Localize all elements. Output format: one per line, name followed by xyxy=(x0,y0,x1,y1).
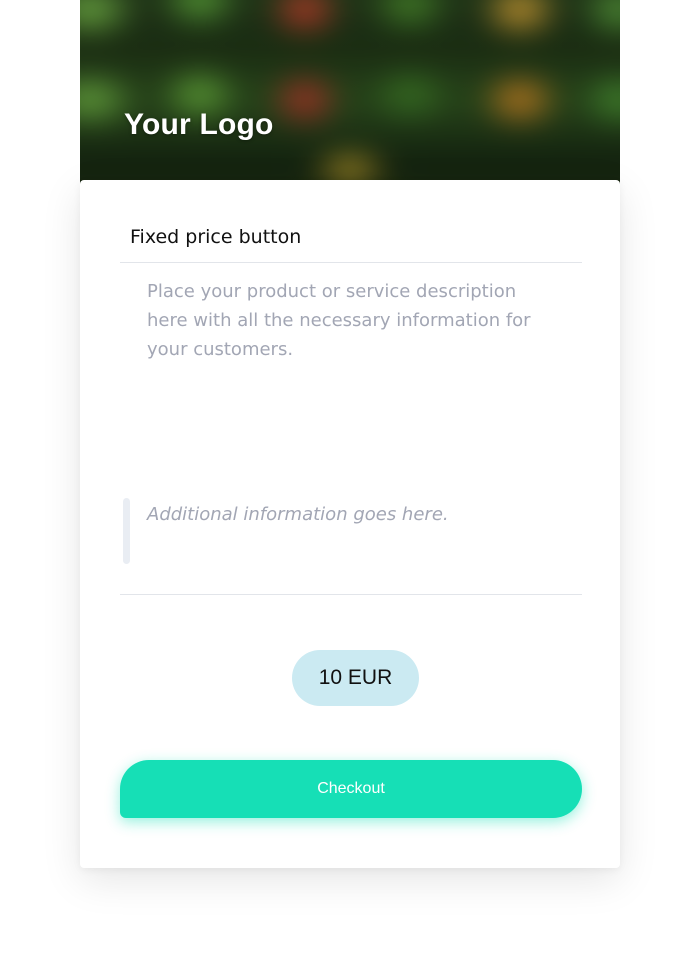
additional-info-text: Additional information goes here. xyxy=(147,504,449,525)
hero-banner: Your Logo xyxy=(80,0,620,200)
checkout-button[interactable]: Checkout xyxy=(120,760,582,818)
divider xyxy=(120,594,582,595)
logo: Your Logo xyxy=(124,108,274,141)
quote-bar xyxy=(123,498,130,564)
product-card: Fixed price button Place your product or… xyxy=(80,180,620,868)
additional-info-block: Additional information goes here. xyxy=(123,498,543,564)
price-badge: 10 EUR xyxy=(292,650,419,706)
product-title: Fixed price button xyxy=(130,226,302,248)
product-description: Place your product or service descriptio… xyxy=(147,281,531,360)
divider xyxy=(120,262,582,263)
